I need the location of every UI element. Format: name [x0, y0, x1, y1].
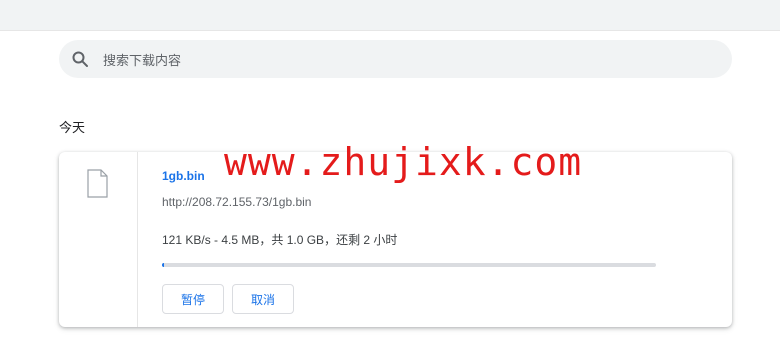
download-progress-fill [162, 263, 165, 267]
file-icon [87, 169, 108, 198]
download-card: 1gb.bin http://208.72.155.73/1gb.bin 121… [59, 152, 732, 327]
search-bar[interactable]: 搜索下载内容 [59, 40, 732, 78]
download-filename-link[interactable]: 1gb.bin [162, 169, 205, 183]
pause-button[interactable]: 暂停 [162, 284, 225, 314]
file-icon-column [59, 152, 138, 327]
top-toolbar [0, 0, 780, 31]
date-heading: 今天 [59, 120, 86, 135]
cancel-button[interactable]: 取消 [232, 284, 295, 314]
download-status: 121 KB/s - 4.5 MB，共 1.0 GB，还剩 2 小时 [162, 233, 398, 247]
search-icon [71, 50, 89, 68]
download-url: http://208.72.155.73/1gb.bin [162, 195, 312, 209]
download-details: 1gb.bin http://208.72.155.73/1gb.bin 121… [162, 152, 722, 327]
search-input[interactable]: 搜索下载内容 [103, 50, 181, 69]
download-actions: 暂停 取消 [162, 284, 295, 314]
download-progress-bar [162, 263, 656, 267]
